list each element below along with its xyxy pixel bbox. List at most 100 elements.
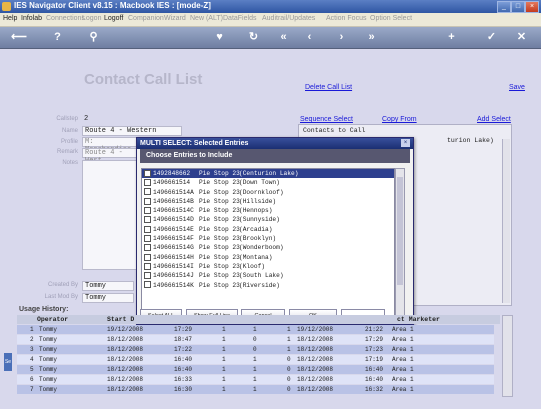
contacts-scrollbar[interactable] — [502, 139, 510, 303]
next-record-icon[interactable]: › — [334, 30, 349, 45]
usage-cell-t2: 17:29 — [365, 336, 384, 343]
last-record-icon[interactable]: » — [364, 30, 379, 45]
entry-row[interactable]: 1496661514D Pie Stop 23(Sunnyside) — [142, 215, 394, 224]
usage-row[interactable]: 6 Tommy 18/12/2008 16:33 1 1 0 18/12/2008 16:40 A… — [17, 375, 494, 384]
usage-cell-n: 6 — [30, 376, 34, 383]
scrollbar-thumb[interactable] — [397, 177, 403, 285]
remark-field[interactable]: Route 4 - West — [82, 148, 142, 165]
entry-checkbox[interactable] — [144, 197, 151, 205]
usage-row[interactable]: 2 Tommy 18/12/2008 18:47 1 0 1 18/12/2008 17:29 A… — [17, 335, 494, 344]
entry-code: 1496661514D — [153, 216, 194, 224]
profile-field[interactable]: M: Merchandise — [82, 137, 142, 154]
favorite-icon[interactable]: ♥ — [212, 30, 227, 45]
profile-label: Profile — [60, 139, 78, 145]
usage-row[interactable]: 1 Tommy 19/12/2008 17:29 1 1 1 19/12/2008 21:22 A… — [17, 325, 494, 334]
entry-row[interactable]: 1496661514E Pie Stop 23(Arcadia) — [142, 225, 394, 234]
usage-cell-a: 1 — [222, 326, 226, 333]
help-icon[interactable]: ? — [50, 30, 65, 45]
entry-row[interactable]: 1492848662 Pie Stop 23(Centurion Lake) — [142, 169, 394, 179]
refresh-icon[interactable]: ↻ — [246, 30, 261, 45]
menu-wizard[interactable]: Wizard — [164, 15, 186, 22]
side-tab[interactable]: Se — [4, 353, 12, 371]
entry-code: 1496661514 — [153, 179, 191, 187]
name-field[interactable]: Route 4 - Western — [82, 126, 182, 136]
sequence-select-link[interactable]: Sequence Select — [300, 116, 353, 123]
contacts-partial-entry[interactable]: turion Lake) — [447, 137, 494, 144]
entry-checkbox[interactable] — [144, 272, 151, 280]
entry-row[interactable]: 1496661514A Pie Stop 23(Doornkloof) — [142, 188, 394, 197]
confirm-icon[interactable]: ✓ — [484, 30, 499, 45]
app-icon — [2, 2, 11, 11]
menu-connections[interactable]: Connections — [46, 15, 85, 22]
entry-checkbox[interactable] — [144, 207, 151, 215]
add-icon[interactable]: + — [444, 30, 459, 45]
usage-cell-b: 1 — [253, 326, 257, 333]
usage-row[interactable]: 5 Tommy 18/12/2008 16:40 1 1 0 18/12/2008 16:40 A… — [17, 365, 494, 374]
entry-row[interactable]: 1496661514 Pie Stop 23(Down Town) — [142, 178, 394, 187]
menu-datafields[interactable]: DataFields — [223, 15, 256, 22]
entry-row[interactable]: 1496661514F Pie Stop 23(Brooklyn) — [142, 234, 394, 243]
menu-logoff[interactable]: Logoff — [104, 15, 123, 22]
menu-option-select[interactable]: Option Select — [370, 15, 412, 22]
entry-checkbox[interactable] — [144, 188, 151, 196]
menu-logon[interactable]: Logon — [82, 15, 101, 22]
entry-checkbox[interactable] — [144, 262, 151, 270]
maximize-button[interactable]: □ — [511, 1, 525, 13]
entry-code: 1496661514C — [153, 207, 194, 215]
usage-scrollbar[interactable] — [502, 315, 513, 397]
entry-checkbox[interactable] — [144, 216, 151, 224]
copy-from-link[interactable]: Copy From — [382, 116, 417, 123]
save-link[interactable]: Save — [509, 84, 525, 91]
usage-cell-t1: 17:22 — [174, 346, 193, 353]
entry-name: Pie Stop 23 — [199, 253, 240, 261]
entry-row[interactable]: 1496661514K Pie Stop 23(Riverside) — [142, 281, 394, 290]
usage-cell-d2: 18/12/2008 — [297, 366, 334, 373]
delete-call-list-link[interactable]: Delete Call List — [305, 84, 352, 91]
close-button[interactable]: × — [525, 1, 539, 13]
last-mod-label: Last Mod By — [44, 294, 78, 300]
entry-code: 1496661514H — [153, 253, 194, 261]
usage-cell-a: 1 — [222, 376, 226, 383]
dialog-close-icon[interactable]: × — [401, 139, 410, 147]
back-key-icon[interactable]: ⟵ — [8, 30, 30, 45]
entry-checkbox[interactable] — [144, 179, 151, 187]
usage-cell-op: Tommy — [39, 336, 58, 343]
usage-row[interactable]: 7 Tommy 18/12/2008 16:30 1 1 0 18/12/2008 16:32 A… — [17, 385, 494, 394]
usage-cell-t1: 16:30 — [174, 386, 193, 393]
entry-name: Pie Stop 23 — [199, 188, 240, 196]
menu-companion[interactable]: Companion — [128, 15, 164, 22]
usage-row[interactable]: 3 Tommy 18/12/2008 17:22 1 0 1 18/12/2008 17:23 A… — [17, 345, 494, 354]
entry-checkbox[interactable] — [144, 244, 151, 252]
usage-cell-op: Tommy — [39, 356, 58, 363]
usage-cell-t2: 21:22 — [365, 326, 384, 333]
entry-checkbox[interactable] — [144, 225, 151, 233]
notes-field[interactable] — [82, 160, 138, 270]
cancel-icon[interactable]: ✕ — [514, 30, 529, 45]
previous-record-icon[interactable]: ‹ — [302, 30, 317, 45]
first-record-icon[interactable]: « — [276, 30, 291, 45]
usage-row[interactable]: 4 Tommy 18/12/2008 16:40 1 1 0 18/12/2008 17:19 A… — [17, 355, 494, 364]
entry-checkbox[interactable] — [144, 253, 151, 261]
menu-action-focus[interactable]: Action Focus — [326, 15, 366, 22]
entry-row[interactable]: 1496661514C Pie Stop 23(Hennops) — [142, 206, 394, 215]
usage-cell-d1: 18/12/2008 — [107, 386, 144, 393]
window-title: IES Navigator Client v8.15 : Macbook IES… — [14, 1, 211, 10]
minimize-button[interactable]: _ — [497, 1, 511, 13]
entry-code: 1496661514B — [153, 197, 194, 205]
entry-checkbox[interactable] — [144, 234, 151, 242]
toolbar: ⟵ ? ⚲ ♥ ↻ « ‹ › » + ✓ ✕ — [0, 27, 541, 49]
entries-scrollbar[interactable] — [395, 168, 405, 323]
menu-infolab[interactable]: Infolab — [21, 15, 42, 22]
add-select-link[interactable]: Add Select — [477, 116, 511, 123]
menu-help[interactable]: Help — [3, 15, 17, 22]
search-icon[interactable]: ⚲ — [86, 30, 101, 45]
entry-row[interactable]: 1496661514G Pie Stop 23(Wonderboom) — [142, 243, 394, 252]
menu-auditrail[interactable]: Auditrail/Updates — [262, 15, 315, 22]
entry-row[interactable]: 1496661514I Pie Stop 23(Kloof) — [142, 262, 394, 271]
entry-row[interactable]: 1496661514J Pie Stop 23(South Lake) — [142, 271, 394, 280]
entry-checkbox[interactable] — [144, 281, 151, 289]
menu-new[interactable]: New (ALT) — [190, 15, 223, 22]
entry-row[interactable]: 1496661514B Pie Stop 23(Hillside) — [142, 197, 394, 206]
entry-row[interactable]: 1496661514H Pie Stop 23(Montana) — [142, 253, 394, 262]
entry-checkbox[interactable] — [144, 169, 151, 177]
